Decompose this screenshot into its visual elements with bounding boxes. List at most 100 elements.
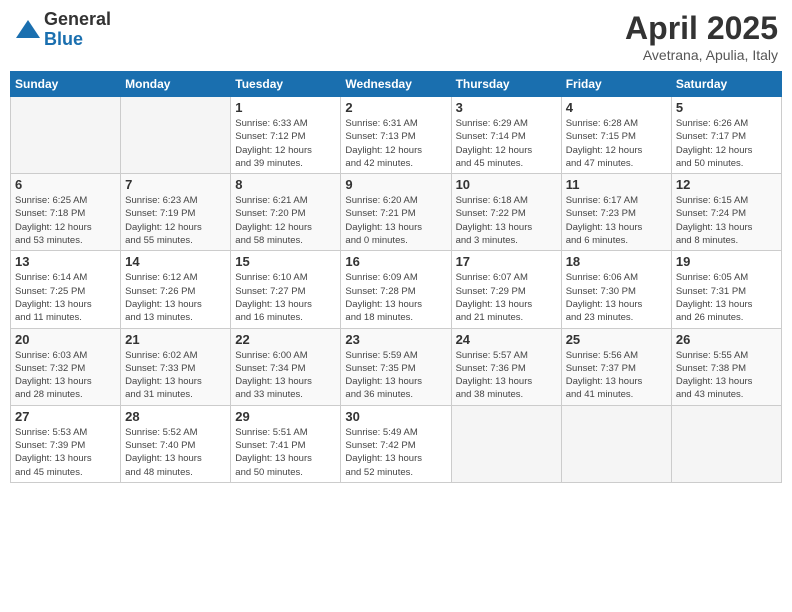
day-header-sunday: Sunday xyxy=(11,72,121,97)
day-info: Sunrise: 5:59 AM Sunset: 7:35 PM Dayligh… xyxy=(345,349,446,402)
day-number: 11 xyxy=(566,177,667,192)
day-header-friday: Friday xyxy=(561,72,671,97)
day-number: 8 xyxy=(235,177,336,192)
calendar-cell: 18 Sunrise: 6:06 AM Sunset: 7:30 PM Dayli… xyxy=(561,251,671,328)
day-number: 2 xyxy=(345,100,446,115)
day-info: Sunrise: 6:03 AM Sunset: 7:32 PM Dayligh… xyxy=(15,349,116,402)
day-info: Sunrise: 5:49 AM Sunset: 7:42 PM Dayligh… xyxy=(345,426,446,479)
calendar-week-row: 20Sunrise: 6:03 AM Sunset: 7:32 PM Dayli… xyxy=(11,328,782,405)
logo-icon xyxy=(14,16,42,44)
calendar-cell: 15 Sunrise: 6:10 AM Sunset: 7:27 PM Dayli… xyxy=(231,251,341,328)
day-number: 1 xyxy=(235,100,336,115)
calendar-cell: 9Sunrise: 6:20 AM Sunset: 7:21 PM Daylig… xyxy=(341,174,451,251)
day-header-monday: Monday xyxy=(121,72,231,97)
day-number: 25 xyxy=(566,332,667,347)
calendar-header-row: SundayMondayTuesdayWednesdayThursdayFrid… xyxy=(11,72,782,97)
day-number: 24 xyxy=(456,332,557,347)
calendar-cell: 11 Sunrise: 6:17 AM Sunset: 7:23 PM Dayli… xyxy=(561,174,671,251)
day-info: Sunrise: 6:33 AM Sunset: 7:12 PM Dayligh… xyxy=(235,117,336,170)
day-number: 12 xyxy=(676,177,777,192)
calendar-cell: 5 Sunrise: 6:26 AM Sunset: 7:17 PM Daylig… xyxy=(671,97,781,174)
day-header-wednesday: Wednesday xyxy=(341,72,451,97)
day-info: Sunrise: 6:23 AM Sunset: 7:19 PM Dayligh… xyxy=(125,194,226,247)
calendar-cell xyxy=(11,97,121,174)
calendar-cell: 27 Sunrise: 5:53 AM Sunset: 7:39 PM Dayli… xyxy=(11,405,121,482)
calendar-week-row: 13Sunrise: 6:14 AM Sunset: 7:25 PM Dayli… xyxy=(11,251,782,328)
calendar-week-row: 6Sunrise: 6:25 AM Sunset: 7:18 PM Daylig… xyxy=(11,174,782,251)
day-number: 22 xyxy=(235,332,336,347)
day-info: Sunrise: 6:00 AM Sunset: 7:34 PM Dayligh… xyxy=(235,349,336,402)
day-number: 4 xyxy=(566,100,667,115)
day-number: 26 xyxy=(676,332,777,347)
day-info: Sunrise: 6:21 AM Sunset: 7:20 PM Dayligh… xyxy=(235,194,336,247)
calendar-cell: 13Sunrise: 6:14 AM Sunset: 7:25 PM Dayli… xyxy=(11,251,121,328)
day-number: 5 xyxy=(676,100,777,115)
calendar-cell: 12 Sunrise: 6:15 AM Sunset: 7:24 PM Dayli… xyxy=(671,174,781,251)
calendar-cell: 1 Sunrise: 6:33 AM Sunset: 7:12 PM Daylig… xyxy=(231,97,341,174)
calendar-cell: 4 Sunrise: 6:28 AM Sunset: 7:15 PM Daylig… xyxy=(561,97,671,174)
calendar-cell: 28Sunrise: 5:52 AM Sunset: 7:40 PM Dayli… xyxy=(121,405,231,482)
calendar-cell: 24 Sunrise: 5:57 AM Sunset: 7:36 PM Dayli… xyxy=(451,328,561,405)
day-info: Sunrise: 5:56 AM Sunset: 7:37 PM Dayligh… xyxy=(566,349,667,402)
title-block: April 2025 Avetrana, Apulia, Italy xyxy=(625,10,778,63)
day-number: 3 xyxy=(456,100,557,115)
day-number: 16 xyxy=(345,254,446,269)
day-number: 14 xyxy=(125,254,226,269)
day-info: Sunrise: 6:28 AM Sunset: 7:15 PM Dayligh… xyxy=(566,117,667,170)
day-info: Sunrise: 6:18 AM Sunset: 7:22 PM Dayligh… xyxy=(456,194,557,247)
calendar-cell: 8 Sunrise: 6:21 AM Sunset: 7:20 PM Daylig… xyxy=(231,174,341,251)
calendar-cell: 26 Sunrise: 5:55 AM Sunset: 7:38 PM Dayli… xyxy=(671,328,781,405)
day-number: 30 xyxy=(345,409,446,424)
day-header-tuesday: Tuesday xyxy=(231,72,341,97)
day-info: Sunrise: 6:17 AM Sunset: 7:23 PM Dayligh… xyxy=(566,194,667,247)
calendar-cell: 17 Sunrise: 6:07 AM Sunset: 7:29 PM Dayli… xyxy=(451,251,561,328)
calendar-cell: 19Sunrise: 6:05 AM Sunset: 7:31 PM Dayli… xyxy=(671,251,781,328)
calendar-cell: 14 Sunrise: 6:12 AM Sunset: 7:26 PM Dayli… xyxy=(121,251,231,328)
calendar-cell: 10Sunrise: 6:18 AM Sunset: 7:22 PM Dayli… xyxy=(451,174,561,251)
calendar-cell: 3 Sunrise: 6:29 AM Sunset: 7:14 PM Daylig… xyxy=(451,97,561,174)
logo-general-text: General xyxy=(44,10,111,30)
day-number: 27 xyxy=(15,409,116,424)
day-info: Sunrise: 6:12 AM Sunset: 7:26 PM Dayligh… xyxy=(125,271,226,324)
day-info: Sunrise: 5:57 AM Sunset: 7:36 PM Dayligh… xyxy=(456,349,557,402)
day-number: 29 xyxy=(235,409,336,424)
day-info: Sunrise: 6:26 AM Sunset: 7:17 PM Dayligh… xyxy=(676,117,777,170)
day-number: 9 xyxy=(345,177,446,192)
day-info: Sunrise: 6:29 AM Sunset: 7:14 PM Dayligh… xyxy=(456,117,557,170)
calendar-cell: 29Sunrise: 5:51 AM Sunset: 7:41 PM Dayli… xyxy=(231,405,341,482)
day-header-thursday: Thursday xyxy=(451,72,561,97)
calendar-cell: 25 Sunrise: 5:56 AM Sunset: 7:37 PM Dayli… xyxy=(561,328,671,405)
day-info: Sunrise: 6:14 AM Sunset: 7:25 PM Dayligh… xyxy=(15,271,116,324)
calendar-cell: 21Sunrise: 6:02 AM Sunset: 7:33 PM Dayli… xyxy=(121,328,231,405)
day-info: Sunrise: 6:15 AM Sunset: 7:24 PM Dayligh… xyxy=(676,194,777,247)
calendar-cell: 30 Sunrise: 5:49 AM Sunset: 7:42 PM Dayli… xyxy=(341,405,451,482)
logo: General Blue xyxy=(14,10,111,50)
month-title: April 2025 xyxy=(625,10,778,47)
day-number: 15 xyxy=(235,254,336,269)
day-info: Sunrise: 6:10 AM Sunset: 7:27 PM Dayligh… xyxy=(235,271,336,324)
day-number: 18 xyxy=(566,254,667,269)
calendar-cell xyxy=(121,97,231,174)
day-number: 28 xyxy=(125,409,226,424)
calendar-cell xyxy=(561,405,671,482)
calendar-table: SundayMondayTuesdayWednesdayThursdayFrid… xyxy=(10,71,782,483)
day-info: Sunrise: 6:07 AM Sunset: 7:29 PM Dayligh… xyxy=(456,271,557,324)
day-info: Sunrise: 6:06 AM Sunset: 7:30 PM Dayligh… xyxy=(566,271,667,324)
day-info: Sunrise: 6:09 AM Sunset: 7:28 PM Dayligh… xyxy=(345,271,446,324)
day-number: 17 xyxy=(456,254,557,269)
calendar-week-row: 1 Sunrise: 6:33 AM Sunset: 7:12 PM Daylig… xyxy=(11,97,782,174)
logo-text: General Blue xyxy=(44,10,111,50)
day-info: Sunrise: 6:05 AM Sunset: 7:31 PM Dayligh… xyxy=(676,271,777,324)
calendar-cell: 2Sunrise: 6:31 AM Sunset: 7:13 PM Daylig… xyxy=(341,97,451,174)
day-number: 6 xyxy=(15,177,116,192)
calendar-week-row: 27 Sunrise: 5:53 AM Sunset: 7:39 PM Dayli… xyxy=(11,405,782,482)
calendar-cell: 7 Sunrise: 6:23 AM Sunset: 7:19 PM Daylig… xyxy=(121,174,231,251)
day-info: Sunrise: 5:53 AM Sunset: 7:39 PM Dayligh… xyxy=(15,426,116,479)
day-number: 7 xyxy=(125,177,226,192)
calendar-cell: 22 Sunrise: 6:00 AM Sunset: 7:34 PM Dayli… xyxy=(231,328,341,405)
calendar-cell xyxy=(451,405,561,482)
calendar-cell: 16 Sunrise: 6:09 AM Sunset: 7:28 PM Dayli… xyxy=(341,251,451,328)
day-header-saturday: Saturday xyxy=(671,72,781,97)
day-number: 23 xyxy=(345,332,446,347)
day-info: Sunrise: 5:55 AM Sunset: 7:38 PM Dayligh… xyxy=(676,349,777,402)
